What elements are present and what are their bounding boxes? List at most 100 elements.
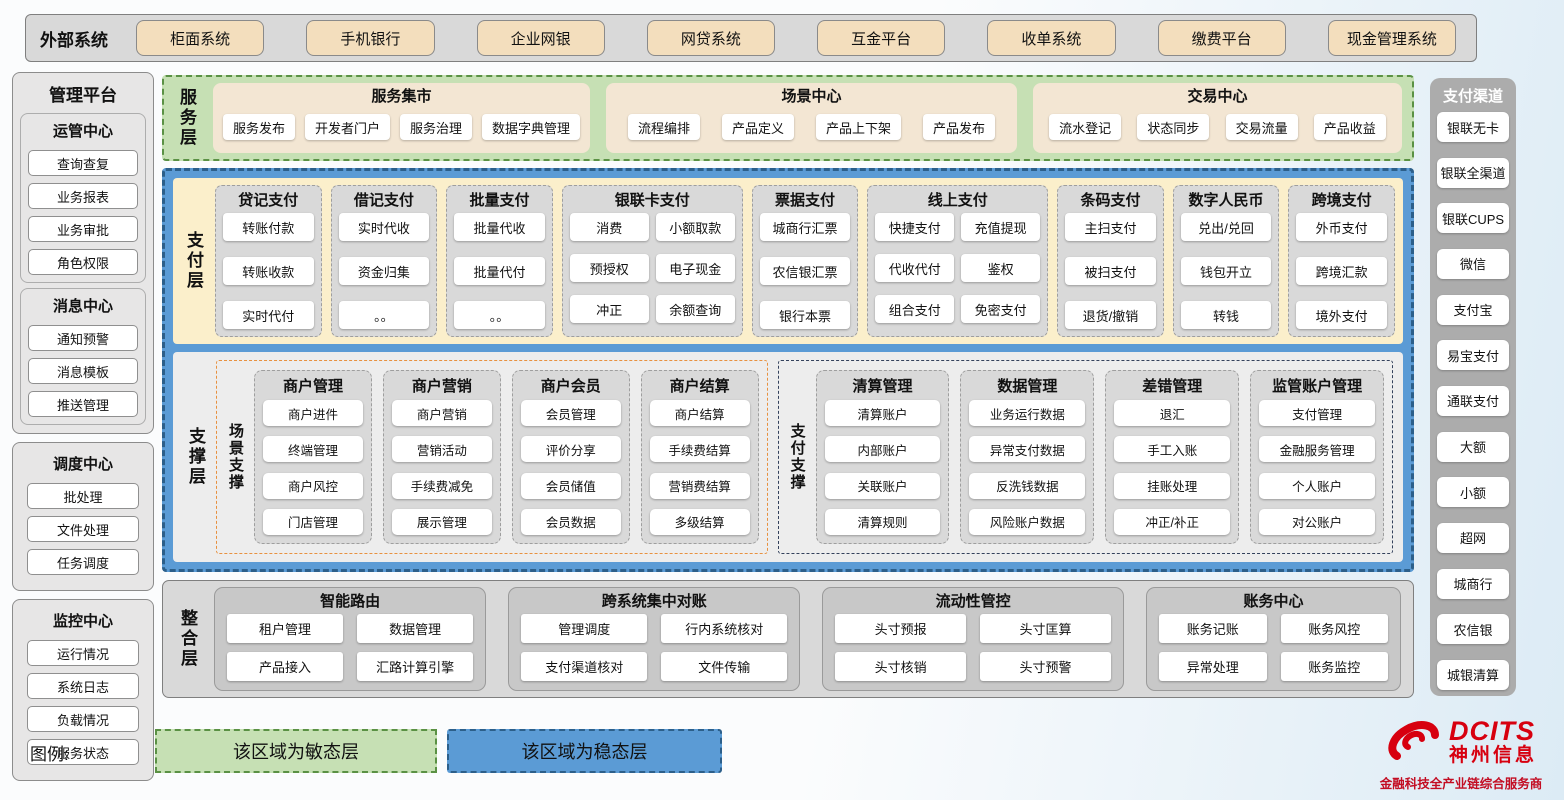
- support-item-box: 门店管理: [263, 509, 363, 535]
- support-item-box: 个人账户: [1259, 473, 1375, 499]
- service-group-title: 服务集市: [223, 86, 580, 108]
- payment-channel-box: 微信: [1437, 249, 1509, 279]
- service-group-items: 流程编排产品定义产品上下架产品发布: [616, 108, 1007, 146]
- integration-layer-groups: 智能路由租户管理数据管理产品接入汇路计算引擎跨系统集中对账管理调度行内系统核对支…: [214, 587, 1401, 691]
- integration-item-box: 头寸核销: [835, 652, 966, 681]
- payment-item-box: 。。: [454, 301, 545, 329]
- payment-item-box: 转账收款: [223, 257, 314, 285]
- support-item-box: 支付管理: [1259, 400, 1375, 426]
- support-group-items: 支付管理金融服务管理个人账户对公账户: [1259, 400, 1375, 535]
- support-group-title: 商户管理: [263, 374, 363, 400]
- payment-item-box: 被扫支付: [1065, 257, 1156, 285]
- payment-item-box: 跨境汇款: [1296, 257, 1387, 285]
- payment-item-box: 兑出/兑回: [1181, 213, 1272, 241]
- support-item-box: 会员数据: [521, 509, 621, 535]
- support-item-box: 冲正/补正: [1114, 509, 1230, 535]
- payment-channel-box: 城商行: [1437, 569, 1509, 599]
- integration-item-box: 汇路计算引擎: [357, 652, 473, 681]
- support-item-box: 清算规则: [825, 509, 941, 535]
- support-group-title: 商户营销: [392, 374, 492, 400]
- payment-channel-box: 银联CUPS: [1437, 203, 1509, 233]
- external-system-box: 收单系统: [987, 20, 1115, 56]
- payment-channel-box: 城银清算: [1437, 660, 1509, 690]
- external-system-box: 互金平台: [817, 20, 945, 56]
- service-item-box: 流程编排: [628, 114, 700, 140]
- external-system-box: 网贷系统: [647, 20, 775, 56]
- support-group-title: 监管账户管理: [1259, 374, 1375, 400]
- payment-column: 批量支付批量代收批量代付。。: [446, 185, 553, 337]
- integration-item-box: 产品接入: [227, 652, 343, 681]
- support-item-box: 营销费结算: [650, 473, 750, 499]
- payment-channel-box: 银联全渠道: [1437, 158, 1509, 188]
- payment-column-items: 批量代收批量代付。。: [454, 213, 545, 329]
- support-item-box: 风险账户数据: [969, 509, 1085, 535]
- payment-layer-label: 支付层: [181, 185, 206, 337]
- service-group-title: 场景中心: [616, 86, 1007, 108]
- support-group: 商户管理商户进件终端管理商户风控门店管理: [254, 370, 372, 544]
- payment-channel-box: 小额: [1437, 477, 1509, 507]
- payment-column-items: 消费小额取款预授权电子现金冲正余额查询: [570, 213, 735, 329]
- payment-column-items: 城商行汇票农信银汇票银行本票: [760, 213, 851, 329]
- support-item-box: 多级结算: [650, 509, 750, 535]
- integration-item-box: 管理调度: [521, 614, 647, 643]
- support-item-box: 清算账户: [825, 400, 941, 426]
- payment-column-items: 实时代收资金归集。。: [339, 213, 430, 329]
- integration-group-title: 账务中心: [1159, 590, 1388, 614]
- payment-layer-columns: 贷记支付转账付款转账收款实时代付借记支付实时代收资金归集。。批量支付批量代收批量…: [215, 185, 1395, 337]
- payment-item-box: 城商行汇票: [760, 213, 851, 241]
- support-item-box: 业务运行数据: [969, 400, 1085, 426]
- support-group-items: 商户结算手续费结算营销费结算多级结算: [650, 400, 750, 535]
- support-item-box: 评价分享: [521, 436, 621, 462]
- sidebar-section-title: 消息中心: [21, 291, 145, 318]
- support-group: 商户会员会员管理评价分享会员储值会员数据: [512, 370, 630, 544]
- support-section-orange: 场景支撑商户管理商户进件终端管理商户风控门店管理商户营销商户营销营销活动手续费减…: [216, 360, 768, 554]
- integration-group-items: 租户管理数据管理产品接入汇路计算引擎: [227, 614, 473, 681]
- integration-item-box: 头寸匡算: [980, 614, 1111, 643]
- support-group-items: 会员管理评价分享会员储值会员数据: [521, 400, 621, 535]
- sidebar-item-box: 业务审批: [28, 216, 138, 242]
- payment-channel-box: 易宝支付: [1437, 340, 1509, 370]
- external-systems-label: 外部系统: [40, 26, 136, 51]
- integration-group-title: 流动性管控: [835, 590, 1111, 614]
- support-group-title: 差错管理: [1114, 374, 1230, 400]
- support-group-items: 业务运行数据异常支付数据反洗钱数据风险账户数据: [969, 400, 1085, 535]
- support-group: 商户营销商户营销营销活动手续费减免展示管理: [383, 370, 501, 544]
- support-section-navy: 支付支撑清算管理清算账户内部账户关联账户清算规则数据管理业务运行数据异常支付数据…: [778, 360, 1393, 554]
- payment-item-box: 批量代付: [454, 257, 545, 285]
- legend-label: 图例:: [30, 740, 69, 765]
- integration-group-title: 跨系统集中对账: [521, 590, 787, 614]
- external-system-box: 企业网银: [477, 20, 605, 56]
- payment-column-title: 批量支付: [454, 189, 545, 213]
- external-systems-bar: 外部系统 柜面系统手机银行企业网银网贷系统互金平台收单系统缴费平台现金管理系统: [25, 14, 1477, 62]
- payment-column: 贷记支付转账付款转账收款实时代付: [215, 185, 322, 337]
- integration-group: 智能路由租户管理数据管理产品接入汇路计算引擎: [214, 587, 486, 691]
- management-platform-title: 管理平台: [13, 77, 153, 108]
- support-item-box: 营销活动: [392, 436, 492, 462]
- logo-tagline: 金融科技全产业链综合服务商: [1380, 773, 1543, 792]
- sidebar-item-box: 系统日志: [27, 673, 139, 699]
- payment-column-title: 票据支付: [760, 189, 851, 213]
- dcits-swirl-icon: [1385, 714, 1443, 769]
- support-group: 监管账户管理支付管理金融服务管理个人账户对公账户: [1250, 370, 1384, 544]
- payment-item-box: 小额取款: [656, 213, 735, 241]
- sidebar-item-box: 任务调度: [27, 549, 139, 575]
- integration-group-items: 头寸预报头寸匡算头寸核销头寸预警: [835, 614, 1111, 681]
- service-layer: 服务层 服务集市服务发布开发者门户服务治理数据字典管理场景中心流程编排产品定义产…: [162, 75, 1414, 161]
- service-item-box: 产品定义: [722, 114, 794, 140]
- support-group: 数据管理业务运行数据异常支付数据反洗钱数据风险账户数据: [960, 370, 1094, 544]
- support-group-items: 退汇手工入账挂账处理冲正/补正: [1114, 400, 1230, 535]
- service-layer-label: 服务层: [174, 83, 199, 153]
- payment-item-box: 退货/撤销: [1065, 301, 1156, 329]
- payment-channel-box: 超网: [1437, 523, 1509, 553]
- support-item-box: 手续费减免: [392, 473, 492, 499]
- management-platform-card: 管理平台运管中心查询查复业务报表业务审批角色权限消息中心通知预警消息模板推送管理: [12, 72, 154, 434]
- payment-item-box: 农信银汇票: [760, 257, 851, 285]
- payment-item-box: 转钱: [1181, 301, 1272, 329]
- payment-channel-box: 农信银: [1437, 614, 1509, 644]
- support-group-title: 数据管理: [969, 374, 1085, 400]
- sidebar-section-title: 运管中心: [21, 116, 145, 143]
- payment-column-title: 贷记支付: [223, 189, 314, 213]
- sidebar-item-box: 查询查复: [28, 150, 138, 176]
- payment-column-title: 借记支付: [339, 189, 430, 213]
- payment-item-box: 冲正: [570, 295, 649, 323]
